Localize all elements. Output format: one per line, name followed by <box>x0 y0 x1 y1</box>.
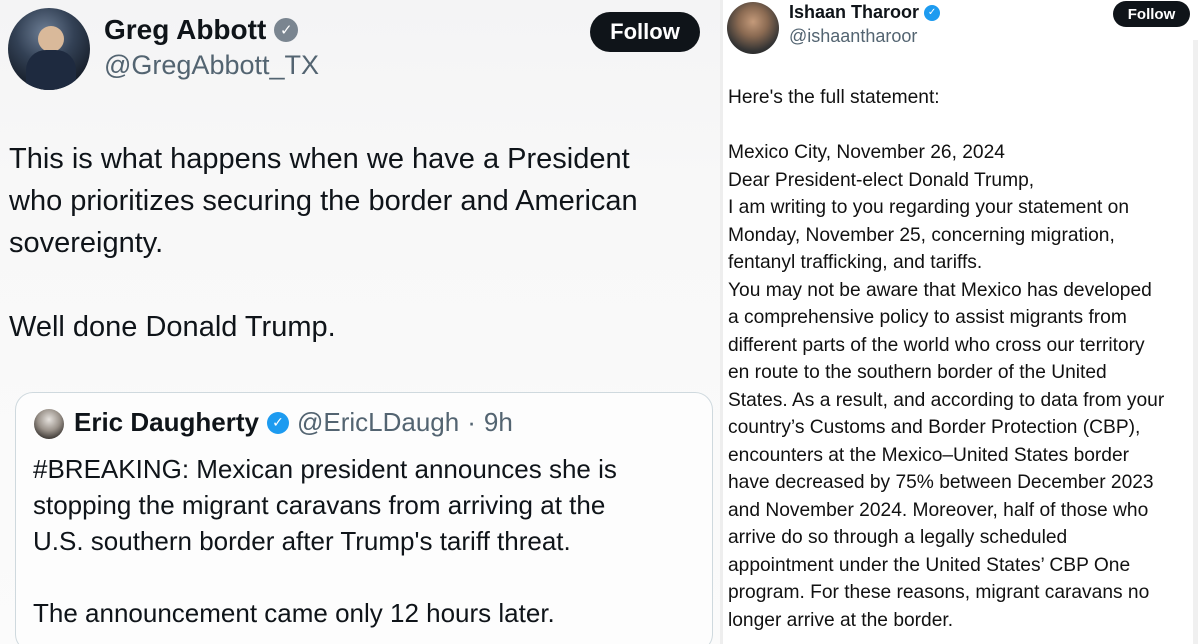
tweet-line: Well done Donald Trump. <box>9 311 336 343</box>
statement-line: fentanyl trafficking, and tariffs. <box>728 252 983 273</box>
statement-line: Monday, November 25, concerning migratio… <box>728 224 1115 246</box>
statement-line: and November 2024. Moreover, half of tho… <box>728 499 1149 521</box>
quoted-author-name[interactable]: Eric Daugherty <box>74 407 259 438</box>
quoted-line: #BREAKING: Mexican president announces s… <box>33 454 617 484</box>
tweet-line: sovereignty. <box>9 227 164 259</box>
quoted-author-handle[interactable]: @EricLDaugh <box>297 407 459 438</box>
quoted-tweet-time[interactable]: 9h <box>484 407 513 438</box>
author-handle[interactable]: @ishaantharoor <box>789 26 917 47</box>
verified-badge-icon: ✓ <box>924 4 941 21</box>
statement-line: You may not be aware that Mexico has dev… <box>728 279 1152 301</box>
follow-button[interactable]: Follow <box>1113 1 1190 27</box>
greg-abbott-tweet: Greg Abbott ✓ @GregAbbott_TX Follow This… <box>0 0 720 644</box>
avatar-body <box>26 50 76 90</box>
statement-line: Dear President-elect Donald Trump, <box>728 169 1035 191</box>
author-avatar[interactable] <box>8 8 90 90</box>
statement-line: appointment under the United States’ CBP… <box>728 554 1131 576</box>
statement-line: country’s Customs and Border Protection … <box>728 417 1141 438</box>
tweet-text: This is what happens when we have a Pres… <box>9 138 709 348</box>
verified-badge-icon: ✓ <box>274 18 299 42</box>
statement-line: longer arrive at the border. <box>728 609 954 631</box>
separator-dot: · <box>467 407 476 437</box>
quoted-line: U.S. southern border after Trump's tarif… <box>33 526 571 556</box>
statement-line: arrive do so through a legally scheduled <box>728 527 1068 548</box>
quoted-tweet-header: Eric Daugherty ✓ @EricLDaugh · 9h <box>74 407 513 438</box>
statement-text: Here's the full statement: Mexico City, … <box>728 84 1198 634</box>
tweet-line: who prioritizes securing the border and … <box>9 185 638 217</box>
follow-button[interactable]: Follow <box>590 12 700 52</box>
statement-line: program. For these reasons, migrant cara… <box>728 582 1150 603</box>
quoted-line: stopping the migrant caravans from arriv… <box>33 490 606 520</box>
avatar-face <box>38 26 64 52</box>
statement-line: encounters at the Mexico–United States b… <box>728 444 1130 466</box>
verified-badge-icon: ✓ <box>266 411 289 434</box>
author-avatar[interactable] <box>727 2 779 54</box>
statement-line: States. As a result, and according to da… <box>728 389 1165 411</box>
statement-line: en route to the southern border of the U… <box>728 362 1107 383</box>
author-name[interactable]: Greg Abbott ✓ <box>104 14 299 46</box>
author-name[interactable]: Ishaan Tharoor ✓ <box>789 2 941 23</box>
author-name-text[interactable]: Ishaan Tharoor <box>789 2 919 23</box>
quoted-line: The announcement came only 12 hours late… <box>33 598 555 628</box>
statement-line: I am writing to you regarding your state… <box>728 197 1130 218</box>
author-name-text[interactable]: Greg Abbott <box>104 14 266 46</box>
author-handle[interactable]: @GregAbbott_TX <box>104 50 319 81</box>
tweet-line: This is what happens when we have a Pres… <box>9 143 630 175</box>
quoted-tweet[interactable]: Eric Daugherty ✓ @EricLDaugh · 9h #BREAK… <box>15 392 713 644</box>
ishaan-tharoor-tweet: Ishaan Tharoor ✓ @ishaantharoor Follow H… <box>723 0 1200 644</box>
quoted-tweet-text: #BREAKING: Mexican president announces s… <box>33 451 703 631</box>
statement-line: a comprehensive policy to assist migrant… <box>728 307 1127 328</box>
statement-line: different parts of the world who cross o… <box>728 334 1145 356</box>
statement-line: have decreased by 75% between December 2… <box>728 472 1154 493</box>
statement-line: Mexico City, November 26, 2024 <box>728 142 1005 163</box>
statement-line: Here's the full statement: <box>728 87 940 108</box>
quoted-author-avatar[interactable] <box>34 409 64 439</box>
